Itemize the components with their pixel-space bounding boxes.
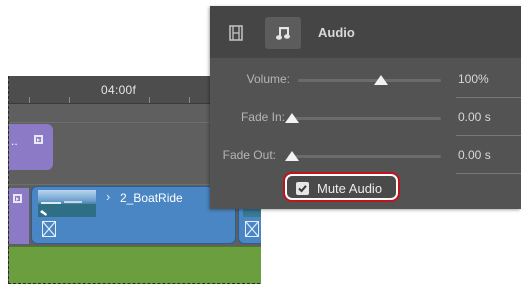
fade-in-label: Fade In: <box>240 110 285 124</box>
panel-tab-bar: Audio <box>210 6 521 58</box>
fade-out-slider-thumb[interactable] <box>285 151 299 161</box>
clip-ellipsis: .. <box>11 134 18 148</box>
tab-audio[interactable] <box>265 17 301 49</box>
checkmark-icon <box>298 185 307 193</box>
volume-value[interactable]: 100% <box>458 72 489 86</box>
mute-audio-label: Mute Audio <box>317 181 383 196</box>
fade-out-value[interactable]: 0.00 s <box>458 148 491 162</box>
volume-slider-thumb[interactable] <box>373 75 388 85</box>
volume-row: Volume: 100% <box>210 68 521 98</box>
image-clip-small[interactable] <box>9 188 29 244</box>
transition-icon[interactable] <box>42 221 56 237</box>
timecode-label: 04:00f <box>101 83 137 97</box>
volume-label: Volume: <box>246 72 290 86</box>
fade-in-row: Fade In: 0.00 s <box>210 106 521 136</box>
clip-options-icon[interactable] <box>34 135 43 144</box>
mute-audio-highlight: Mute Audio <box>283 172 400 202</box>
clip-name: 2_BoatRide <box>120 191 183 205</box>
image-clip[interactable]: .. <box>9 124 53 170</box>
fade-out-slider[interactable] <box>288 155 441 158</box>
audio-track[interactable] <box>9 246 261 284</box>
tab-video[interactable] <box>218 17 254 49</box>
boat-thumbnail-icon <box>38 201 96 217</box>
fade-in-slider[interactable] <box>292 117 441 120</box>
video-clip[interactable]: › 2_BoatRide <box>31 186 236 244</box>
clip-options-icon[interactable] <box>13 194 22 203</box>
mute-audio-checkbox[interactable] <box>296 182 309 195</box>
audio-properties-panel: Audio Volume: 100% Fade In: 0.00 s Fade … <box>210 6 521 209</box>
mute-audio-checkbox-row[interactable]: Mute Audio <box>287 176 396 198</box>
fade-out-label: Fade Out: <box>222 148 276 162</box>
film-icon <box>229 25 243 41</box>
clip-thumbnail <box>38 190 96 217</box>
volume-slider[interactable] <box>298 79 441 82</box>
transition-icon[interactable] <box>245 221 259 237</box>
chevron-right-icon[interactable]: › <box>106 189 110 204</box>
fade-in-value[interactable]: 0.00 s <box>458 110 491 124</box>
fade-out-row: Fade Out: 0.00 s <box>210 144 521 174</box>
music-note-icon <box>276 27 290 40</box>
fade-in-slider-thumb[interactable] <box>285 113 299 123</box>
panel-title: Audio <box>318 25 355 40</box>
